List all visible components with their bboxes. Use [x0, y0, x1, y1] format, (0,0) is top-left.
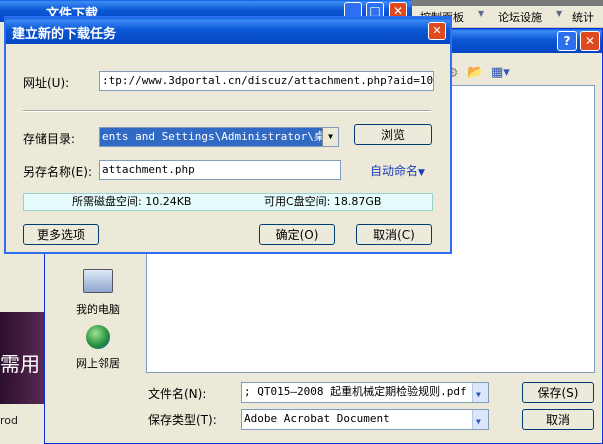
url-input[interactable]: :tp://www.3dportal.cn/discuz/attachment.…: [99, 71, 434, 91]
chevron-down-icon[interactable]: [472, 410, 488, 429]
chevron-down-icon[interactable]: ▼: [556, 9, 562, 18]
download-dialog-close-button[interactable]: ✕: [428, 22, 446, 40]
place-my-computer[interactable]: 我的电脑: [59, 269, 137, 319]
background-banner-text: 需用: [0, 352, 40, 376]
filetype-label: 保存类型(T):: [148, 413, 217, 427]
ok-button[interactable]: 确定(O): [259, 224, 335, 245]
filetype-select[interactable]: Adobe Acrobat Document: [241, 409, 489, 430]
directory-select[interactable]: ents and Settings\Administrator\桌面\ ▼: [99, 127, 339, 147]
download-dialog-title: 建立新的下载任务: [12, 27, 117, 42]
download-dialog-titlebar: 建立新的下载任务: [6, 18, 450, 44]
computer-icon: [83, 269, 113, 293]
save-dialog-cancel-button[interactable]: 取消: [522, 409, 594, 430]
place-network[interactable]: 网上邻居: [59, 325, 137, 375]
download-dialog: 建立新的下载任务 ✕ 网址(U): :tp://www.3dportal.cn/…: [4, 16, 452, 254]
filename-field[interactable]: ; QT015—2008 起重机械定期检验规则.pdf: [241, 382, 489, 403]
save-dialog-help-button[interactable]: ?: [557, 31, 577, 51]
auto-name-dropdown[interactable]: 自动命名▼: [370, 162, 425, 179]
dropdown-arrow-icon: ▼: [418, 168, 425, 178]
chevron-down-icon[interactable]: ▼: [322, 128, 338, 146]
save-button[interactable]: 保存(S): [522, 382, 594, 403]
save-dialog-close-button[interactable]: ✕: [580, 31, 600, 51]
saveas-label: 另存名称(E):: [23, 165, 92, 179]
auto-name-label: 自动命名: [370, 164, 419, 178]
directory-value: ents and Settings\Administrator\桌面\: [102, 130, 339, 143]
menu-statistics[interactable]: 统计: [572, 9, 594, 25]
browse-button[interactable]: 浏览: [354, 124, 432, 145]
filename-label: 文件名(N):: [148, 387, 207, 401]
filetype-value: Adobe Acrobat Document: [244, 412, 390, 425]
disk-needed: 所需磁盘空间: 10.24KB: [72, 195, 192, 208]
filename-value: ; QT015—2008 起重机械定期检验规则.pdf: [244, 385, 467, 398]
saveas-input[interactable]: attachment.php: [99, 160, 341, 180]
place-label: 我的电脑: [76, 303, 120, 316]
menu-forum-facilities[interactable]: 论坛设施: [498, 9, 542, 25]
chevron-down-icon[interactable]: ▼: [478, 9, 484, 18]
network-globe-icon: [86, 325, 110, 349]
cancel-button[interactable]: 取消(C): [356, 224, 432, 245]
more-options-button[interactable]: 更多选项: [23, 224, 99, 245]
disk-free: 可用C盘空间: 18.87GB: [264, 195, 382, 208]
background-bottom-text: rod: [0, 414, 18, 427]
new-folder-icon[interactable]: 📂: [467, 65, 483, 80]
directory-label: 存储目录:: [23, 132, 76, 146]
url-label: 网址(U):: [23, 76, 70, 90]
divider: [23, 110, 431, 112]
chevron-down-icon[interactable]: [472, 383, 488, 402]
view-menu-icon[interactable]: ▦▾: [491, 65, 510, 80]
place-label: 网上邻居: [76, 357, 120, 370]
disk-space-bar: 所需磁盘空间: 10.24KB 可用C盘空间: 18.87GB: [23, 193, 433, 211]
